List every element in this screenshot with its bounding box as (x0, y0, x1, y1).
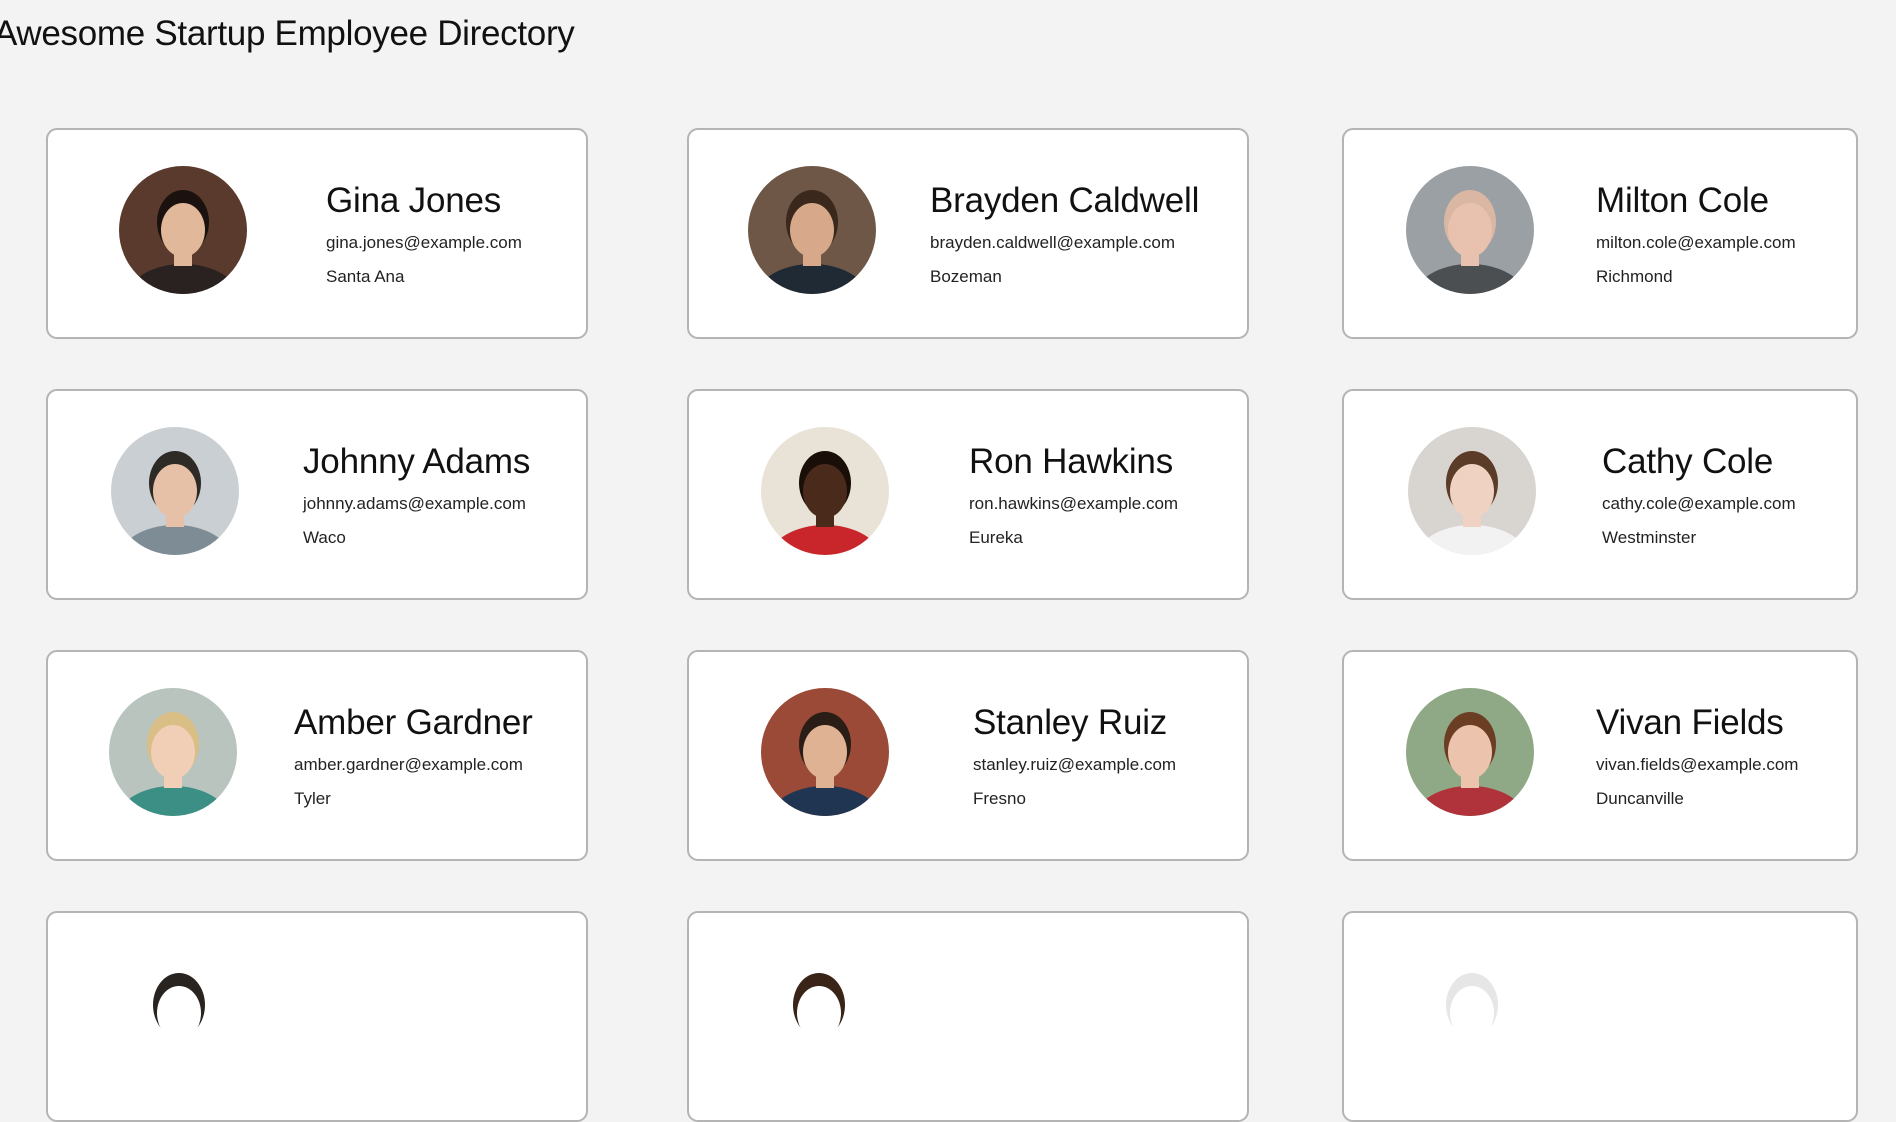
employee-email: johnny.adams@example.com (303, 494, 526, 513)
employee-card[interactable]: Vivan Fields vivan.fields@example.com Du… (1342, 650, 1858, 861)
employee-email: amber.gardner@example.com (294, 755, 523, 774)
employee-location: Richmond (1596, 267, 1673, 286)
employee-name: Gina Jones (326, 181, 502, 220)
employee-email: ron.hawkins@example.com (969, 494, 1179, 513)
employee-email: cathy.cole@example.com (1602, 494, 1796, 513)
portrait-photo (115, 949, 243, 1077)
employee-location: Duncanville (1596, 789, 1684, 808)
employee-location: Fresno (973, 789, 1026, 808)
employee-location: Tyler (294, 789, 331, 808)
portrait-photo (755, 949, 883, 1077)
portrait-photo (1408, 427, 1536, 555)
employee-name: Johnny Adams (303, 442, 531, 481)
employee-location: Bozeman (930, 267, 1002, 286)
employee-location: Waco (303, 528, 346, 547)
employee-card[interactable]: Johnny Adams johnny.adams@example.com Wa… (46, 389, 588, 600)
employee-location: Santa Ana (326, 267, 405, 286)
employee-card[interactable] (1342, 911, 1858, 1122)
employee-location: Eureka (969, 528, 1023, 547)
employee-card[interactable] (46, 911, 588, 1122)
employee-name: Brayden Caldwell (930, 181, 1200, 220)
employee-name: Milton Cole (1596, 181, 1769, 220)
employee-card[interactable] (687, 911, 1249, 1122)
portrait-photo (109, 688, 237, 816)
avatar (748, 166, 876, 294)
avatar (761, 427, 889, 555)
avatar (109, 688, 237, 816)
employee-name: Stanley Ruiz (973, 703, 1168, 742)
avatar (115, 949, 243, 1077)
avatar (119, 166, 247, 294)
avatar (1408, 427, 1536, 555)
portrait-photo (761, 427, 889, 555)
employee-email: milton.cole@example.com (1596, 233, 1796, 252)
avatar (755, 949, 883, 1077)
avatar (1406, 688, 1534, 816)
employee-card[interactable]: Amber Gardner amber.gardner@example.com … (46, 650, 588, 861)
employee-card[interactable]: Milton Cole milton.cole@example.com Rich… (1342, 128, 1858, 339)
employee-card[interactable]: Gina Jones gina.jones@example.com Santa … (46, 128, 588, 339)
employee-email: vivan.fields@example.com (1596, 755, 1799, 774)
portrait-photo (119, 166, 247, 294)
portrait-photo (1406, 166, 1534, 294)
portrait-photo (111, 427, 239, 555)
employee-card[interactable]: Brayden Caldwell brayden.caldwell@exampl… (687, 128, 1249, 339)
employee-card[interactable]: Ron Hawkins ron.hawkins@example.com Eure… (687, 389, 1249, 600)
avatar (1406, 166, 1534, 294)
employee-name: Vivan Fields (1596, 703, 1784, 742)
employee-name: Cathy Cole (1602, 442, 1774, 481)
employee-name: Amber Gardner (294, 703, 533, 742)
portrait-photo (761, 688, 889, 816)
employee-email: stanley.ruiz@example.com (973, 755, 1177, 774)
employee-email: gina.jones@example.com (326, 233, 522, 252)
employee-email: brayden.caldwell@example.com (930, 233, 1175, 252)
avatar (111, 427, 239, 555)
avatar (1408, 949, 1536, 1077)
page-title: Awesome Startup Employee Directory (0, 14, 575, 53)
portrait-photo (1408, 949, 1536, 1077)
portrait-photo (748, 166, 876, 294)
portrait-photo (1406, 688, 1534, 816)
employee-location: Westminster (1602, 528, 1697, 547)
employee-name: Ron Hawkins (969, 442, 1173, 481)
avatar (761, 688, 889, 816)
employee-card[interactable]: Stanley Ruiz stanley.ruiz@example.com Fr… (687, 650, 1249, 861)
employee-card[interactable]: Cathy Cole cathy.cole@example.com Westmi… (1342, 389, 1858, 600)
